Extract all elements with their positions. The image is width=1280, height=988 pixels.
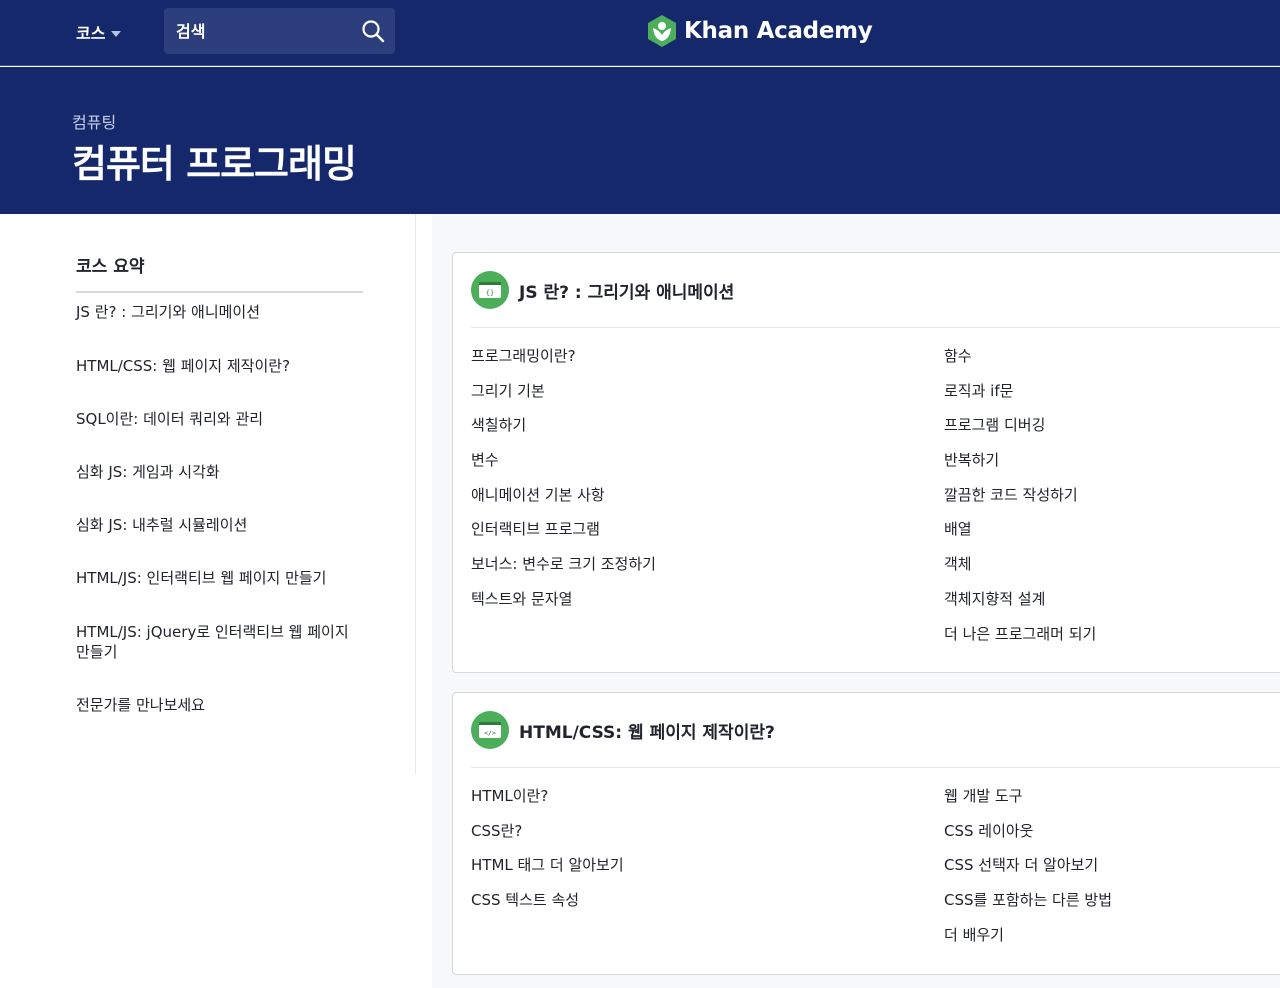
lesson-link[interactable]: 변수 xyxy=(471,450,771,485)
main-content: {} JS 란? : 그리기와 애니메이션 프로그래밍이란? 그리기 기본 색칠… xyxy=(432,214,1280,988)
lesson-link[interactable]: 객체 xyxy=(944,554,1244,589)
sidebar-item-html-js[interactable]: HTML/JS: 인터랙티브 웹 페이지 만들기 xyxy=(76,568,326,588)
khan-academy-logo-icon xyxy=(648,15,676,47)
sidebar-item-js-drawing[interactable]: JS 란? : 그리기와 애니메이션 xyxy=(76,302,260,322)
search-input[interactable] xyxy=(176,21,346,41)
lesson-link[interactable]: 텍스트와 문자열 xyxy=(471,589,771,624)
lesson-link[interactable]: CSS를 포함하는 다른 방법 xyxy=(944,890,1244,925)
sidebar-item-html-css[interactable]: HTML/CSS: 웹 페이지 제작이란? xyxy=(76,356,290,376)
lesson-link[interactable]: 함수 xyxy=(944,346,1244,381)
sidebar-item-meet-experts[interactable]: 전문가를 만나보세요 xyxy=(76,695,205,715)
lesson-link[interactable]: 인터랙티브 프로그램 xyxy=(471,519,771,554)
sidebar-item-html-js-jquery[interactable]: HTML/JS: jQuery로 인터랙티브 웹 페이지 만들기 xyxy=(76,622,363,662)
breadcrumb-domain[interactable]: 컴퓨팅 xyxy=(72,109,116,133)
sidebar-heading: 코스 요약 xyxy=(76,252,363,293)
lesson-list-right: 웹 개발 도구 CSS 레이아웃 CSS 선택자 더 알아보기 CSS를 포함하… xyxy=(944,786,1244,959)
unit-card-header: </> HTML/CSS: 웹 페이지 제작이란? xyxy=(471,693,1280,768)
page-title: 컴퓨터 프로그래밍 xyxy=(72,142,357,186)
lesson-link[interactable]: 더 나은 프로그래머 되기 xyxy=(944,624,1244,659)
courses-label: 코스 xyxy=(76,24,106,43)
lesson-link[interactable]: 웹 개발 도구 xyxy=(944,786,1244,821)
lesson-link[interactable]: 배열 xyxy=(944,519,1244,554)
lesson-link[interactable]: 더 배우기 xyxy=(944,925,1244,960)
chevron-down-icon xyxy=(111,30,122,37)
unit-title[interactable]: HTML/CSS: 웹 페이지 제작이란? xyxy=(519,718,775,743)
unit-card-header: {} JS 란? : 그리기와 애니메이션 xyxy=(471,253,1280,328)
hero-banner: 컴퓨팅 컴퓨터 프로그래밍 xyxy=(0,67,1280,214)
lesson-link[interactable]: 프로그램 디버깅 xyxy=(944,415,1244,450)
search-box xyxy=(164,8,395,54)
lesson-link[interactable]: 그리기 기본 xyxy=(471,381,771,416)
unit-title[interactable]: JS 란? : 그리기와 애니메이션 xyxy=(519,278,734,303)
sidebar-item-advanced-js-games[interactable]: 심화 JS: 게임과 시각화 xyxy=(76,462,220,482)
lesson-link[interactable]: CSS란? xyxy=(471,821,771,856)
lesson-link[interactable]: CSS 레이아웃 xyxy=(944,821,1244,856)
lesson-link[interactable]: 색칠하기 xyxy=(471,415,771,450)
code-braces-icon: {} xyxy=(471,271,509,309)
code-tag-icon: </> xyxy=(471,711,509,749)
courses-menu-button[interactable]: 코스 xyxy=(76,18,122,46)
lesson-link[interactable]: 반복하기 xyxy=(944,450,1244,485)
top-nav: 코스 Khan Academy xyxy=(0,0,1280,66)
unit-card-html-css: </> HTML/CSS: 웹 페이지 제작이란? HTML이란? CSS란? … xyxy=(452,692,1280,975)
lesson-list-left: HTML이란? CSS란? HTML 태그 더 알아보기 CSS 텍스트 속성 xyxy=(471,786,771,925)
lesson-link[interactable]: 로직과 if문 xyxy=(944,381,1244,416)
search-icon[interactable] xyxy=(361,19,385,43)
svg-text:</>: </> xyxy=(484,729,496,737)
lesson-link[interactable]: 프로그래밍이란? xyxy=(471,346,771,381)
sidebar-item-advanced-js-natural[interactable]: 심화 JS: 내추럴 시뮬레이션 xyxy=(76,515,247,535)
course-summary-sidebar: 코스 요약 JS 란? : 그리기와 애니메이션 HTML/CSS: 웹 페이지… xyxy=(0,214,416,774)
svg-text:{}: {} xyxy=(486,289,494,297)
lesson-link[interactable]: HTML이란? xyxy=(471,786,771,821)
lesson-list-right: 함수 로직과 if문 프로그램 디버깅 반복하기 깔끔한 코드 작성하기 배열 … xyxy=(944,346,1244,658)
unit-card-js-drawing: {} JS 란? : 그리기와 애니메이션 프로그래밍이란? 그리기 기본 색칠… xyxy=(452,252,1280,673)
lesson-link[interactable]: 애니메이션 기본 사항 xyxy=(471,485,771,520)
lesson-link[interactable]: CSS 텍스트 속성 xyxy=(471,890,771,925)
khan-academy-logo[interactable]: Khan Academy xyxy=(646,14,873,48)
logo-text: Khan Academy xyxy=(684,18,873,44)
lesson-list-left: 프로그래밍이란? 그리기 기본 색칠하기 변수 애니메이션 기본 사항 인터랙티… xyxy=(471,346,771,624)
lesson-link[interactable]: HTML 태그 더 알아보기 xyxy=(471,855,771,890)
lesson-link[interactable]: 객체지향적 설계 xyxy=(944,589,1244,624)
lesson-link[interactable]: CSS 선택자 더 알아보기 xyxy=(944,855,1244,890)
sidebar-item-sql[interactable]: SQL이란: 데이터 쿼리와 관리 xyxy=(76,409,263,429)
lesson-link[interactable]: 깔끔한 코드 작성하기 xyxy=(944,485,1244,520)
lesson-link[interactable]: 보너스: 변수로 크기 조정하기 xyxy=(471,554,771,589)
